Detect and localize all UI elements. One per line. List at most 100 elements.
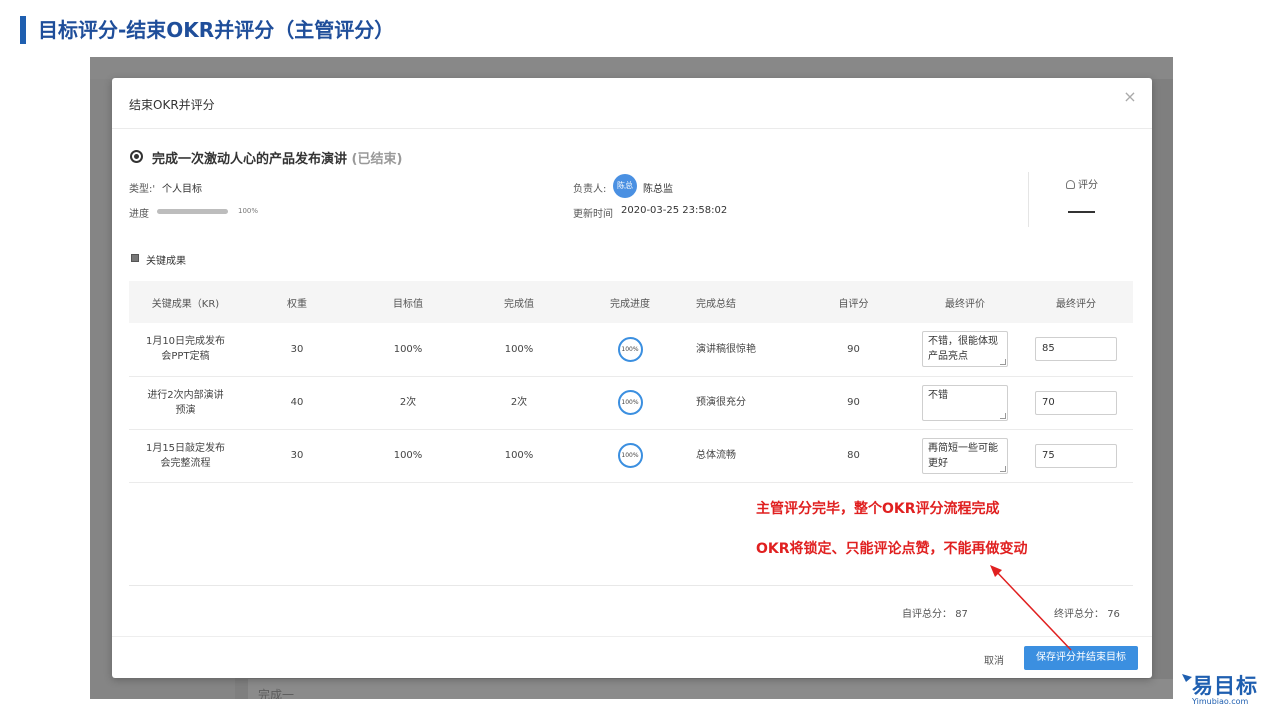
kr-self-score: 90 — [847, 343, 860, 355]
objective-title: 完成一次激动人心的产品发布演讲 (已结束) — [152, 148, 402, 167]
kr-name-line: 1月15日敲定发布 — [145, 442, 226, 454]
score-label: 评分 — [1078, 180, 1098, 191]
eval-text: 产品亮点 — [928, 351, 968, 363]
kr-summary: 总体流畅 — [696, 450, 736, 461]
backdrop-bottom-row — [248, 679, 1173, 699]
col-header-target: 目标值 — [393, 298, 423, 310]
logo-url: Yimubiao.com — [1192, 697, 1249, 706]
final-score-input[interactable]: 85 — [1035, 337, 1117, 362]
table-row: 1月15日敲定发布 会完整流程 30 100% 100% 100% 总体流畅 80… — [129, 429, 1133, 482]
kr-target: 2次 — [399, 397, 417, 408]
eval-text: 不错，很能体现 — [928, 336, 998, 348]
kr-summary: 演讲稿很惊艳 — [696, 343, 756, 355]
kr-final-score-cell: 75 — [1019, 429, 1133, 482]
kr-weight: 30 — [290, 343, 304, 355]
modal-title: 结束OKR并评分 — [129, 98, 215, 112]
score-empty-dash — [1068, 211, 1095, 213]
annotation-line-1: 主管评分完毕，整个OKR评分流程完成 — [756, 501, 1000, 517]
col-header-kr: 关键成果（KR) — [151, 298, 220, 310]
kr-done: 100% — [504, 343, 534, 355]
modal-header: 结束OKR并评分 × — [112, 78, 1152, 129]
kr-final-score-cell: 70 — [1019, 376, 1133, 429]
modal-footer-divider — [112, 636, 1152, 637]
kr-name-line: 1月10日完成发布 — [145, 336, 226, 348]
col-header-final-eval: 最终评价 — [945, 298, 985, 310]
kr-final-eval-cell: 不错 — [911, 376, 1019, 429]
col-header-final-score: 最终评分 — [1056, 298, 1096, 310]
kr-table: 关键成果（KR) 权重 目标值 完成值 完成进度 完成总结 自评分 最终评价 最… — [129, 281, 1133, 483]
final-score-input[interactable]: 70 — [1035, 390, 1117, 415]
kr-self-score: 90 — [847, 397, 860, 408]
kr-name: 1月10日完成发布 会PPT定稿 — [129, 323, 242, 376]
final-total: 终评总分： 76 — [1054, 605, 1120, 620]
type-label: 类型:' — [129, 184, 156, 195]
avatar[interactable]: 陈总 — [613, 174, 637, 198]
kr-self-score: 80 — [847, 450, 860, 461]
kr-name-line: 会完整流程 — [160, 457, 211, 469]
table-row: 进行2次内部演讲 预演 40 2次 2次 100% 预演很充分 90 不错 70 — [129, 376, 1133, 429]
close-icon[interactable]: × — [1120, 88, 1140, 108]
backdrop-text: 完成一 — [258, 688, 295, 699]
kr-done: 100% — [504, 450, 534, 461]
kr-target: 100% — [393, 343, 423, 355]
user-icon — [1066, 180, 1075, 189]
slide-title: 目标评分-结束OKR并评分（主管评分） — [38, 18, 395, 42]
kr-progress: 100% — [574, 429, 686, 482]
totals-divider — [129, 585, 1133, 586]
kr-name: 1月15日敲定发布 会完整流程 — [129, 429, 242, 482]
kr-progress: 100% — [574, 323, 686, 376]
progress-bar-fill — [157, 209, 228, 214]
final-total-label: 终评总分： — [1054, 609, 1104, 620]
progress-circle: 100% — [617, 336, 643, 362]
annotation-line-2: OKR将锁定、只能评论点赞，不能再做变动 — [756, 541, 1028, 557]
kr-name-line: 进行2次内部演讲 — [147, 389, 224, 401]
objective-name: 完成一次激动人心的产品发布演讲 — [152, 152, 348, 167]
kr-target: 100% — [393, 450, 423, 461]
kr-final-eval-cell: 再简短一些可能 更好 — [911, 429, 1019, 482]
table-row: 1月10日完成发布 会PPT定稿 30 100% 100% 100% 演讲稿很惊艳… — [129, 323, 1133, 376]
title-accent-bar — [20, 16, 26, 44]
kr-section-title: 关键成果 — [146, 256, 186, 267]
type-value: 个人目标 — [162, 184, 202, 195]
self-total-label: 自评总分： — [902, 609, 952, 620]
col-header-weight: 权重 — [287, 298, 307, 310]
save-and-end-button[interactable]: 保存评分并结束目标 — [1024, 646, 1138, 670]
kr-weight: 40 — [290, 397, 304, 408]
cancel-button[interactable]: 取消 — [984, 652, 1004, 667]
col-header-summary: 完成总结 — [696, 298, 736, 310]
updated-label: 更新时间 — [573, 209, 613, 220]
owner-name: 陈总监 — [643, 184, 673, 195]
progress-circle: 100% — [617, 390, 643, 415]
final-eval-textarea[interactable]: 不错 — [922, 384, 1008, 421]
list-icon — [131, 254, 139, 262]
logo-text: 易目标 — [1192, 674, 1258, 698]
kr-final-eval-cell: 不错，很能体现 产品亮点 — [911, 323, 1019, 376]
objective-status: (已结束) — [351, 152, 403, 167]
target-icon — [130, 150, 143, 163]
owner-label: 负责人: — [573, 184, 607, 195]
col-header-progress: 完成进度 — [610, 298, 650, 310]
eval-text: 不错 — [928, 389, 948, 401]
final-eval-textarea[interactable]: 再简短一些可能 更好 — [922, 437, 1008, 474]
self-total-value: 87 — [955, 609, 968, 620]
kr-name: 进行2次内部演讲 预演 — [129, 376, 242, 429]
kr-final-score-cell: 85 — [1019, 323, 1133, 376]
logo-mark-icon — [1182, 674, 1192, 682]
kr-name-line: 预演 — [175, 404, 196, 416]
final-score-input[interactable]: 75 — [1035, 443, 1117, 468]
kr-table-header: 关键成果（KR) 权重 目标值 完成值 完成进度 完成总结 自评分 最终评价 最… — [129, 281, 1133, 323]
kr-done: 2次 — [510, 397, 528, 408]
progress-circle: 100% — [617, 443, 643, 468]
backdrop-topbar — [90, 57, 1173, 79]
eval-text: 更好 — [928, 457, 948, 469]
col-header-done: 完成值 — [504, 298, 534, 310]
updated-value: 2020-03-25 23:58:02 — [621, 205, 728, 216]
final-total-value: 76 — [1107, 609, 1120, 620]
progress-value: 100% — [238, 207, 259, 215]
final-eval-textarea[interactable]: 不错，很能体现 产品亮点 — [922, 331, 1008, 368]
end-okr-modal: 结束OKR并评分 × 完成一次激动人心的产品发布演讲 (已结束) 类型:' 个人… — [112, 78, 1152, 678]
col-header-self-score: 自评分 — [838, 298, 869, 310]
progress-bar — [157, 209, 228, 214]
self-total: 自评总分： 87 — [902, 605, 968, 620]
score-header: 评分 — [1066, 176, 1098, 191]
